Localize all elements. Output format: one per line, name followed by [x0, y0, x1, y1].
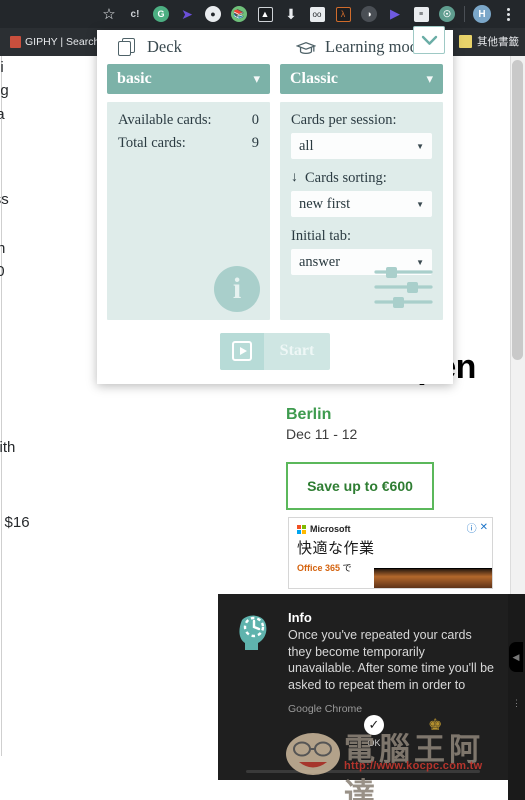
chrome-notification-toast[interactable]: Info Once you've repeated your cards the… — [218, 594, 508, 780]
chevron-down-icon: ▾ — [426, 71, 433, 86]
cards-sorting-label: ↓ Cards sorting: — [291, 170, 432, 187]
deck-select[interactable]: basic ▾ — [107, 64, 270, 94]
bookmark-other-label: 其他書籤 — [477, 36, 519, 48]
learning-mode-select-value: Classic — [290, 70, 338, 87]
screenshot-root: ☆ c! G ➤ ● 📚 ▲ ⬇ oo λ ◑ ▶ ≡ ☉ H GIPHY | … — [0, 0, 525, 800]
available-cards-value: 0 — [251, 112, 259, 128]
ad-info-icon[interactable]: ⓘ — [467, 520, 477, 535]
ms-ad-image — [374, 568, 492, 588]
cards-per-session-value: all — [299, 137, 314, 154]
evernote-extension-icon[interactable]: 📚 — [227, 3, 251, 25]
cards-per-session-select[interactable]: all ▼ — [291, 133, 432, 159]
toast-source: Google Chrome — [288, 702, 363, 715]
toast-body: Once you've repeated your cards they bec… — [288, 628, 494, 692]
total-cards-value: 9 — [251, 135, 259, 151]
popup-body: basic ▾ Available cards: 0 Total cards: … — [97, 64, 453, 320]
deck-column: basic ▾ Available cards: 0 Total cards: … — [107, 64, 270, 320]
download-extension-icon[interactable]: ⬇ — [279, 3, 303, 25]
chrome-menu-button[interactable] — [496, 3, 520, 25]
ad-controls[interactable]: ⓘ ✕ — [467, 520, 488, 535]
popup-header: Deck Learning mode — [97, 26, 453, 64]
toast-ok-button[interactable]: ✓ OK — [364, 715, 384, 748]
ms-ad-product: Office 365 — [297, 563, 341, 573]
check-circle-icon: ✓ — [364, 715, 384, 735]
ms-ad-headline: 快適な作業 — [297, 540, 375, 557]
cards-extension-icon[interactable]: oo — [305, 3, 329, 25]
notification-edge-panel: ◀ ⋮ — [508, 594, 525, 800]
article-line: e as well, with — [0, 439, 16, 456]
cards-sorting-label-text: Cards sorting: — [305, 170, 387, 186]
play-button-icon — [220, 332, 264, 370]
chat-extension-icon[interactable]: ● — [201, 3, 225, 25]
microsoft-brand-label: Microsoft — [310, 524, 351, 534]
available-cards-row: Available cards: 0 — [118, 112, 259, 129]
save-up-to-button[interactable]: Save up to €600 — [286, 462, 434, 511]
toast-ok-label: OK — [367, 738, 381, 748]
deck-select-value: basic — [117, 70, 152, 87]
info-circle-icon[interactable]: i — [214, 266, 260, 312]
flashcards-extension-popup: Deck Learning mode basic ▾ Available car… — [97, 26, 453, 384]
cards-sorting-value: new first — [299, 195, 351, 212]
ad-city: Berlin — [286, 406, 332, 424]
video-extension-icon[interactable]: ▶ — [383, 3, 407, 25]
toast-progress-bar — [246, 770, 480, 773]
start-button[interactable]: Start — [220, 332, 330, 370]
avatar[interactable]: H — [470, 3, 494, 25]
cards-per-session-label: Cards per session: — [291, 112, 397, 128]
toolbar-divider — [464, 6, 465, 22]
overflow-dots-icon[interactable]: ⋮ — [512, 698, 521, 709]
ad-date: Dec 11 - 12 — [286, 426, 358, 443]
ms-ad-subline-rest: で — [340, 563, 352, 573]
microsoft-logo-icon — [297, 524, 306, 534]
clipboard-extension-icon[interactable]: c! — [123, 3, 147, 25]
pdf-extension-icon[interactable]: λ — [331, 3, 355, 25]
folder-icon — [459, 35, 472, 48]
learning-settings-panel: Cards per session: all ▼ ↓ Cards sorting… — [280, 102, 443, 320]
page-scrollbar-thumb[interactable] — [512, 60, 523, 360]
initial-tab-label: Initial tab: — [291, 228, 351, 244]
deck-header-label: Deck — [147, 37, 182, 56]
learning-mode-column: Classic ▾ Cards per session: all ▼ ↓ Car… — [280, 64, 443, 320]
pocket-extension-icon[interactable]: ➤ — [175, 3, 199, 25]
deck-header: Deck — [97, 37, 275, 57]
chevron-left-icon[interactable]: ◀ — [509, 642, 523, 672]
grammarly-extension-icon[interactable]: G — [149, 3, 173, 25]
total-cards-label: Total cards: — [118, 135, 186, 151]
available-cards-label: Available cards: — [118, 112, 212, 128]
brain-clock-icon — [239, 615, 267, 650]
arrow-down-icon: ↓ — [291, 170, 298, 185]
chevron-down-icon[interactable] — [413, 26, 445, 54]
start-button-label: Start — [279, 342, 315, 359]
article-line: ulfill mobile — [0, 535, 152, 558]
microsoft-banner-ad[interactable]: ⓘ ✕ Microsoft 快適な作業 Office 365 で — [288, 517, 493, 589]
bookmark-other-folder[interactable]: 其他書籤 — [459, 34, 519, 49]
deck-stats-panel: Available cards: 0 Total cards: 9 i — [107, 102, 270, 320]
popup-footer: Start — [97, 320, 453, 382]
dark-mode-extension-icon[interactable]: ◑ — [357, 3, 381, 25]
news-extension-icon[interactable]: ≡ — [409, 3, 433, 25]
deck-cards-icon — [118, 37, 138, 57]
chevron-down-icon: ▾ — [253, 71, 260, 86]
image-extension-icon[interactable]: ▲ — [253, 3, 277, 25]
page-bottom-edge — [0, 786, 218, 800]
learning-mode-select[interactable]: Classic ▾ — [280, 64, 443, 94]
chevron-down-icon: ▼ — [416, 199, 424, 209]
cards-sorting-select[interactable]: new first ▼ — [291, 191, 432, 217]
bookmark-star-icon[interactable]: ☆ — [97, 3, 121, 25]
browser-toolbar: ☆ c! G ➤ ● 📚 ▲ ⬇ oo λ ◑ ▶ ≡ ☉ H — [0, 0, 525, 28]
translate-extension-icon[interactable]: ☉ — [435, 3, 459, 25]
giphy-favicon — [10, 36, 21, 48]
ad-close-icon[interactable]: ✕ — [480, 522, 488, 533]
initial-tab-value: answer — [299, 253, 341, 270]
learning-mode-header-label: Learning mode — [325, 37, 426, 56]
chevron-down-icon: ▼ — [416, 141, 424, 151]
graduation-cap-icon — [296, 38, 316, 57]
sliders-icon[interactable] — [373, 264, 435, 310]
toast-title: Info — [288, 610, 312, 625]
article-line: ised around $16 — [0, 514, 30, 532]
total-cards-row: Total cards: 9 — [118, 135, 259, 152]
